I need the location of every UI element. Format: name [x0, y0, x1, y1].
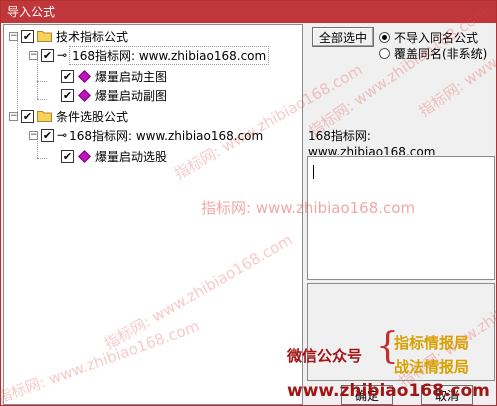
- window-title: 导入公式: [7, 5, 56, 19]
- tree-node-sub-chart-formula[interactable]: ✔ 爆量启动副图: [49, 86, 167, 104]
- tree-node-group-168-screening[interactable]: − ✔ ⊸ 168指标网: www.zhibiao168.com: [29, 126, 263, 144]
- radio-label: 覆盖同名(非系统): [394, 47, 488, 61]
- source-label: 168指标网:: [308, 129, 371, 143]
- collapse-toggle[interactable]: −: [9, 111, 18, 121]
- promo-line-1: 指标情报局: [394, 334, 470, 352]
- formula-checkbox[interactable]: ✔: [61, 88, 74, 102]
- promo-line-2: 战法情报局: [394, 358, 470, 376]
- promo-wechat-label: 微信公众号: [287, 347, 363, 365]
- tree-node-label: 条件选股公式: [56, 109, 129, 124]
- collapse-toggle[interactable]: −: [9, 31, 18, 41]
- formula-description-box[interactable]: [307, 156, 495, 280]
- radio-button[interactable]: [379, 48, 390, 59]
- select-all-button[interactable]: 全部选中: [312, 27, 374, 47]
- diamond-icon: [78, 149, 91, 163]
- tree-node-screening-formulas[interactable]: − ✔ 条件选股公式: [9, 107, 128, 125]
- tree-node-label: 爆量启动主图: [95, 69, 168, 84]
- formula-checkbox[interactable]: ✔: [61, 69, 74, 83]
- tree-line: [37, 99, 47, 100]
- tree-node-indicator-formulas[interactable]: − ✔ 技术指标公式: [9, 27, 128, 45]
- tree-node-label: 168指标网: www.zhibiao168.com: [69, 45, 270, 65]
- tree-line: [37, 81, 47, 82]
- folder-icon: [37, 111, 52, 122]
- tree-node-label: 168指标网: www.zhibiao168.com: [69, 128, 264, 143]
- screening-formulas-checkbox[interactable]: ✔: [21, 109, 34, 123]
- collapse-toggle[interactable]: −: [29, 50, 38, 60]
- diamond-icon: [78, 88, 91, 102]
- tree-node-screening-formula[interactable]: ✔ 爆量启动选股: [49, 147, 167, 165]
- diamond-icon: [78, 69, 91, 83]
- radio-label: 不导入同名公式: [394, 31, 479, 45]
- radio-button[interactable]: [379, 32, 390, 43]
- radio-skip-duplicates[interactable]: 不导入同名公式: [379, 29, 478, 46]
- formula-tree[interactable]: − ✔ 技术指标公式 − ✔ ⊸ 168指标网: www.zhibiao168.…: [3, 24, 303, 405]
- key-icon: ⊸: [57, 48, 67, 62]
- indicator-formulas-checkbox[interactable]: ✔: [21, 29, 34, 43]
- tree-node-label: 爆量启动副图: [95, 88, 168, 103]
- key-icon: ⊸: [57, 128, 67, 142]
- folder-icon: [37, 31, 52, 42]
- title-bar: 导入公式: [1, 1, 496, 23]
- group-checkbox[interactable]: ✔: [41, 48, 54, 62]
- import-formula-dialog: 导入公式 − ✔ 技术指标公式 − ✔ ⊸ 168指标网: www.zhibia…: [0, 0, 497, 406]
- collapse-toggle[interactable]: −: [29, 130, 38, 140]
- source-value: www.zhibiao168.com: [308, 145, 436, 155]
- radio-overwrite-duplicates[interactable]: 覆盖同名(非系统): [379, 45, 487, 62]
- group-checkbox[interactable]: ✔: [41, 128, 54, 142]
- text-caret: [313, 165, 314, 179]
- tree-node-group-168-indicators[interactable]: − ✔ ⊸ 168指标网: www.zhibiao168.com: [29, 45, 270, 65]
- promo-url: www.zhibiao168.com: [287, 381, 490, 401]
- tree-node-label: 爆量启动选股: [95, 149, 168, 164]
- tree-node-label: 技术指标公式: [56, 29, 129, 44]
- formula-checkbox[interactable]: ✔: [61, 149, 74, 163]
- tree-line: [37, 158, 47, 159]
- tree-line: [37, 59, 38, 99]
- tree-node-main-chart-formula[interactable]: ✔ 爆量启动主图: [49, 67, 167, 85]
